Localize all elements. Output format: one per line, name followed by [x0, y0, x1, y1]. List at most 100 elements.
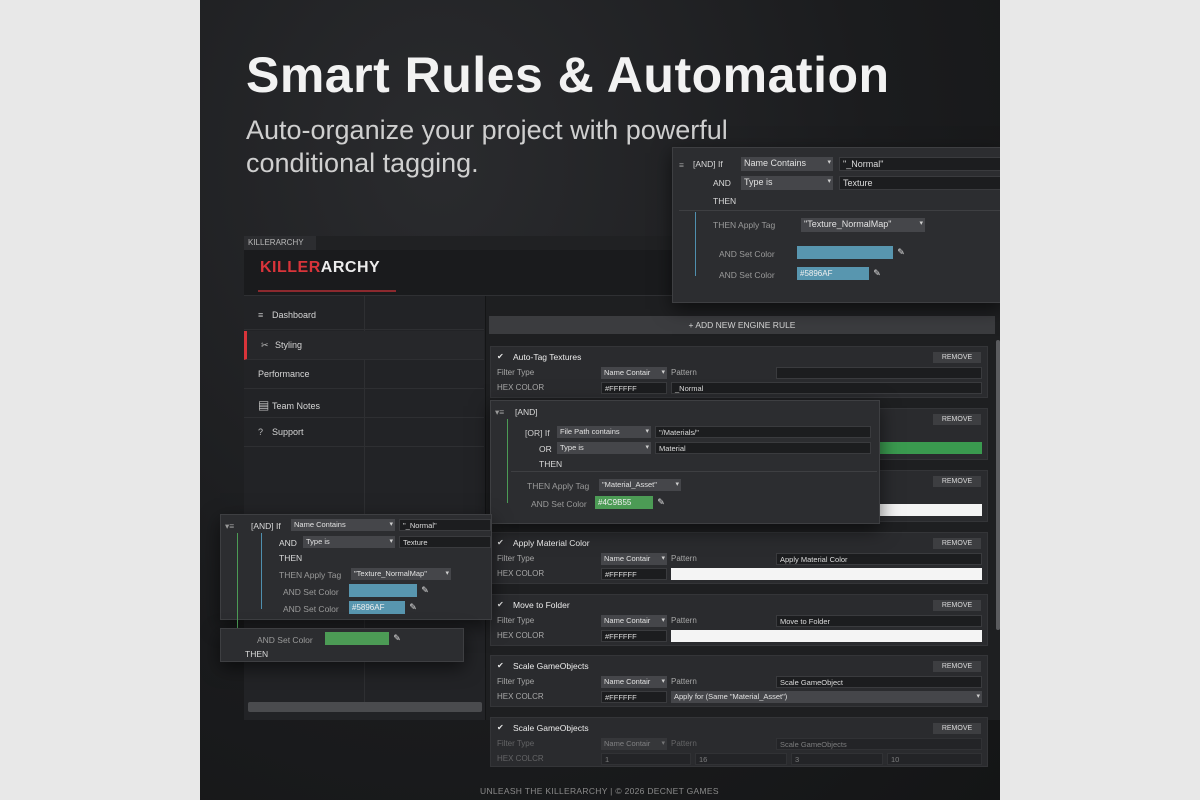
hex-input[interactable]: #FFFFFF [601, 568, 667, 580]
then-label: THEN [713, 196, 737, 206]
remove-button[interactable]: REMOVE [933, 661, 981, 672]
rule-title: Auto-Tag Textures [513, 352, 582, 362]
eyedropper-icon[interactable]: ✎ [391, 632, 403, 644]
hex-color-label: HEX COLCR [497, 754, 544, 763]
check-icon[interactable]: ✔ [497, 352, 506, 361]
value-input-3[interactable]: 3 [791, 753, 883, 765]
rule-popup-top: ≡ [AND] If Name Contains "_Normal" AND T… [672, 147, 1000, 303]
color-swatch-white[interactable] [671, 568, 982, 580]
tag-dropdown[interactable]: "Texture_NormalMap" [351, 568, 451, 580]
condition-dropdown[interactable]: Name Contains [741, 157, 833, 171]
filter-type-dropdown[interactable]: Name Contair [601, 615, 667, 627]
filter-type-label: Filter Type [497, 677, 535, 686]
color-swatch-blue[interactable] [349, 584, 417, 597]
hex-input[interactable]: #5896AF [797, 267, 869, 280]
filter-type-label: Filter Type [497, 554, 535, 563]
and-if-label: [AND] If [251, 521, 281, 531]
apply-dropdown[interactable]: Apply for (Same "Material_Asset") [671, 691, 982, 703]
pattern-input[interactable]: Scale GameObjects [776, 738, 982, 750]
check-icon[interactable]: ✔ [497, 538, 506, 547]
pattern-input[interactable]: Apply Material Color [776, 553, 982, 565]
remove-button[interactable]: REMOVE [933, 414, 981, 425]
color-swatch-green[interactable] [325, 632, 389, 645]
logo-killer: KILLER [260, 259, 321, 276]
value-input-2[interactable]: 16 [695, 753, 787, 765]
sidebar-item-styling[interactable]: ✂ Styling [244, 331, 484, 360]
horizontal-scrollbar[interactable] [248, 702, 482, 712]
eyedropper-icon[interactable]: ✎ [407, 601, 419, 613]
drag-handle-icon[interactable]: ▾≡ [225, 521, 234, 532]
hex-input[interactable]: #4C9B55 [595, 496, 653, 509]
and-label: [AND] [515, 407, 538, 417]
sidebar-item-team-notes[interactable]: ▤ Team Notes [244, 389, 484, 418]
connector-line-green [237, 533, 238, 639]
type-dropdown[interactable]: Type is [303, 536, 395, 548]
condition-value-input[interactable]: "_Normal" [839, 157, 1000, 171]
logo-archy: ARCHY [320, 259, 381, 276]
sidebar-item-label: Styling [275, 340, 303, 350]
filter-type-dropdown[interactable]: Name Contair [601, 553, 667, 565]
drag-handle-icon[interactable]: ▾≡ [495, 407, 504, 418]
list-icon: ≡ [258, 310, 264, 320]
condition-value-input[interactable]: "_Normal" [399, 519, 491, 531]
type-value-input[interactable]: Texture [839, 176, 1000, 190]
remove-button[interactable]: REMOVE [933, 476, 981, 487]
vertical-scrollbar[interactable] [996, 340, 1000, 630]
eyedropper-icon[interactable]: ✎ [655, 496, 667, 508]
check-icon[interactable]: ✔ [497, 661, 506, 670]
remove-button[interactable]: REMOVE [933, 723, 981, 734]
hex-input[interactable]: #FFFFFF [601, 630, 667, 642]
value-input[interactable]: _Normal [671, 382, 982, 394]
filter-type-dropdown[interactable]: Name Contair [601, 676, 667, 688]
type-value-input[interactable]: Material [655, 442, 871, 454]
app-logo: KILLERARCHY [260, 259, 380, 277]
type-dropdown[interactable]: Type is [557, 442, 651, 454]
remove-button[interactable]: REMOVE [933, 600, 981, 611]
type-value-input[interactable]: Texture [399, 536, 491, 548]
pattern-input[interactable]: Scale GameObject [776, 676, 982, 688]
hex-input[interactable]: #FFFFFF [601, 382, 667, 394]
document-icon: ▤ [258, 398, 270, 412]
hex-input[interactable]: #5896AF [349, 601, 405, 614]
window-tab[interactable]: KILLERARCHY [244, 236, 316, 250]
sidebar-item-support[interactable]: ? Support [244, 418, 484, 447]
color-swatch-blue[interactable] [797, 246, 893, 259]
sidebar-item-label: Performance [258, 369, 310, 379]
remove-button[interactable]: REMOVE [933, 352, 981, 363]
condition-value-input[interactable]: "/Materials/" [655, 426, 871, 438]
filter-type-dropdown[interactable]: Name Contair [601, 367, 667, 379]
or-if-label: [OR] If [525, 428, 550, 438]
eyedropper-icon[interactable]: ✎ [871, 267, 883, 279]
pattern-input[interactable]: Move to Folder [776, 615, 982, 627]
and-set-color-label: AND Set Color [719, 249, 775, 259]
value-input-1[interactable]: 1 [601, 753, 691, 765]
eyedropper-icon[interactable]: ✎ [895, 246, 907, 258]
sidebar-item-dashboard[interactable]: ≡ Dashboard [244, 301, 484, 330]
condition-dropdown[interactable]: File Path contains [557, 426, 651, 438]
pattern-input[interactable] [776, 367, 982, 379]
hex-color-label: HEX COLCR [497, 692, 544, 701]
value-input-4[interactable]: 10 [887, 753, 982, 765]
rule-card-auto-tag: ✔ Auto-Tag Textures REMOVE Filter Type N… [490, 346, 988, 398]
color-swatch-white[interactable] [671, 630, 982, 642]
remove-button[interactable]: REMOVE [933, 538, 981, 549]
or-label: OR [539, 444, 552, 454]
rule-card-apply-material: ✔ Apply Material Color REMOVE Filter Typ… [490, 532, 988, 584]
sidebar-item-performance[interactable]: Performance [244, 360, 484, 389]
rule-popup-middle: ▾≡ [AND] [OR] If File Path contains "/Ma… [490, 400, 880, 524]
add-rule-button[interactable]: + ADD NEW ENGINE RULE [489, 316, 995, 334]
condition-dropdown[interactable]: Name Contains [291, 519, 395, 531]
filter-type-label: Filter Type [497, 368, 535, 377]
tag-dropdown[interactable]: "Material_Asset" [599, 479, 681, 491]
check-icon[interactable]: ✔ [497, 723, 506, 732]
filter-type-dropdown[interactable]: Name Contair [601, 738, 667, 750]
drag-handle-icon[interactable]: ≡ [679, 160, 684, 170]
tag-dropdown[interactable]: "Texture_NormalMap" [801, 218, 925, 232]
rule-popup-left: ▾≡ [AND] If Name Contains "_Normal" AND … [220, 514, 492, 639]
rule-title: Scale GameObjects [513, 723, 589, 733]
type-dropdown[interactable]: Type is [741, 176, 833, 190]
rule-card-move-folder: ✔ Move to Folder REMOVE Filter Type Name… [490, 594, 988, 646]
eyedropper-icon[interactable]: ✎ [419, 584, 431, 596]
hex-input[interactable]: #FFFFFF [601, 691, 667, 703]
check-icon[interactable]: ✔ [497, 600, 506, 609]
